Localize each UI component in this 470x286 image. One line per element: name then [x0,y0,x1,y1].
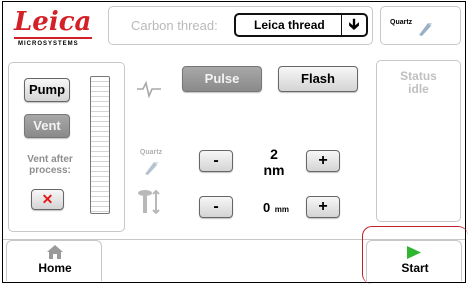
distance-unit: mm [274,205,289,214]
thickness-value: 2 nm [252,146,296,178]
vent-after-toggle[interactable]: ✕ [31,189,64,210]
distance-icon [138,189,160,215]
pulse-wave-icon [137,80,161,98]
pressure-gauge [90,76,110,214]
logo-underline [14,37,92,39]
pulse-button[interactable]: Pulse [182,66,262,92]
distance-value: 0 mm [250,199,302,217]
carbon-thread-value: Leica thread [254,18,325,32]
thickness-number: 2 [270,146,278,162]
status-value: idle [408,82,429,96]
home-button[interactable]: Home [6,240,102,281]
distance-number: 0 [263,200,271,215]
logo-subtitle: MICROSYSTEMS [18,41,79,47]
carbon-thread-dropdown[interactable]: Leica thread 🡳 [234,13,368,37]
pump-button[interactable]: Pump [24,78,70,102]
home-label: Home [38,261,72,275]
home-icon [47,245,63,259]
quartz-crystal-icon [145,162,158,175]
quartz-label: Quartz [390,19,413,26]
leica-logo: Leica MICROSYSTEMS [14,8,98,48]
flash-button[interactable]: Flash [278,66,358,92]
cancel-x-icon: ✕ [41,191,54,207]
thickness-minus-button[interactable]: - [199,150,233,172]
distance-minus-button[interactable]: - [199,196,233,218]
thickness-plus-button[interactable]: + [306,150,340,172]
status-title: Status [400,69,437,83]
carbon-thread-label: Carbon thread: [131,18,218,33]
thickness-unit: nm [263,162,285,178]
dropdown-arrow-icon: 🡳 [341,15,366,35]
vent-button[interactable]: Vent [24,114,70,138]
quartz-thickness-label: Quartz [139,149,163,156]
quartz-panel[interactable]: Quartz [380,6,461,45]
quartz-crystal-icon [419,23,432,36]
start-highlight-annotation [362,226,468,284]
vent-after-process-label: Vent after process: [27,154,73,176]
logo-text: Leica [14,7,92,37]
distance-plus-button[interactable]: + [306,196,340,218]
